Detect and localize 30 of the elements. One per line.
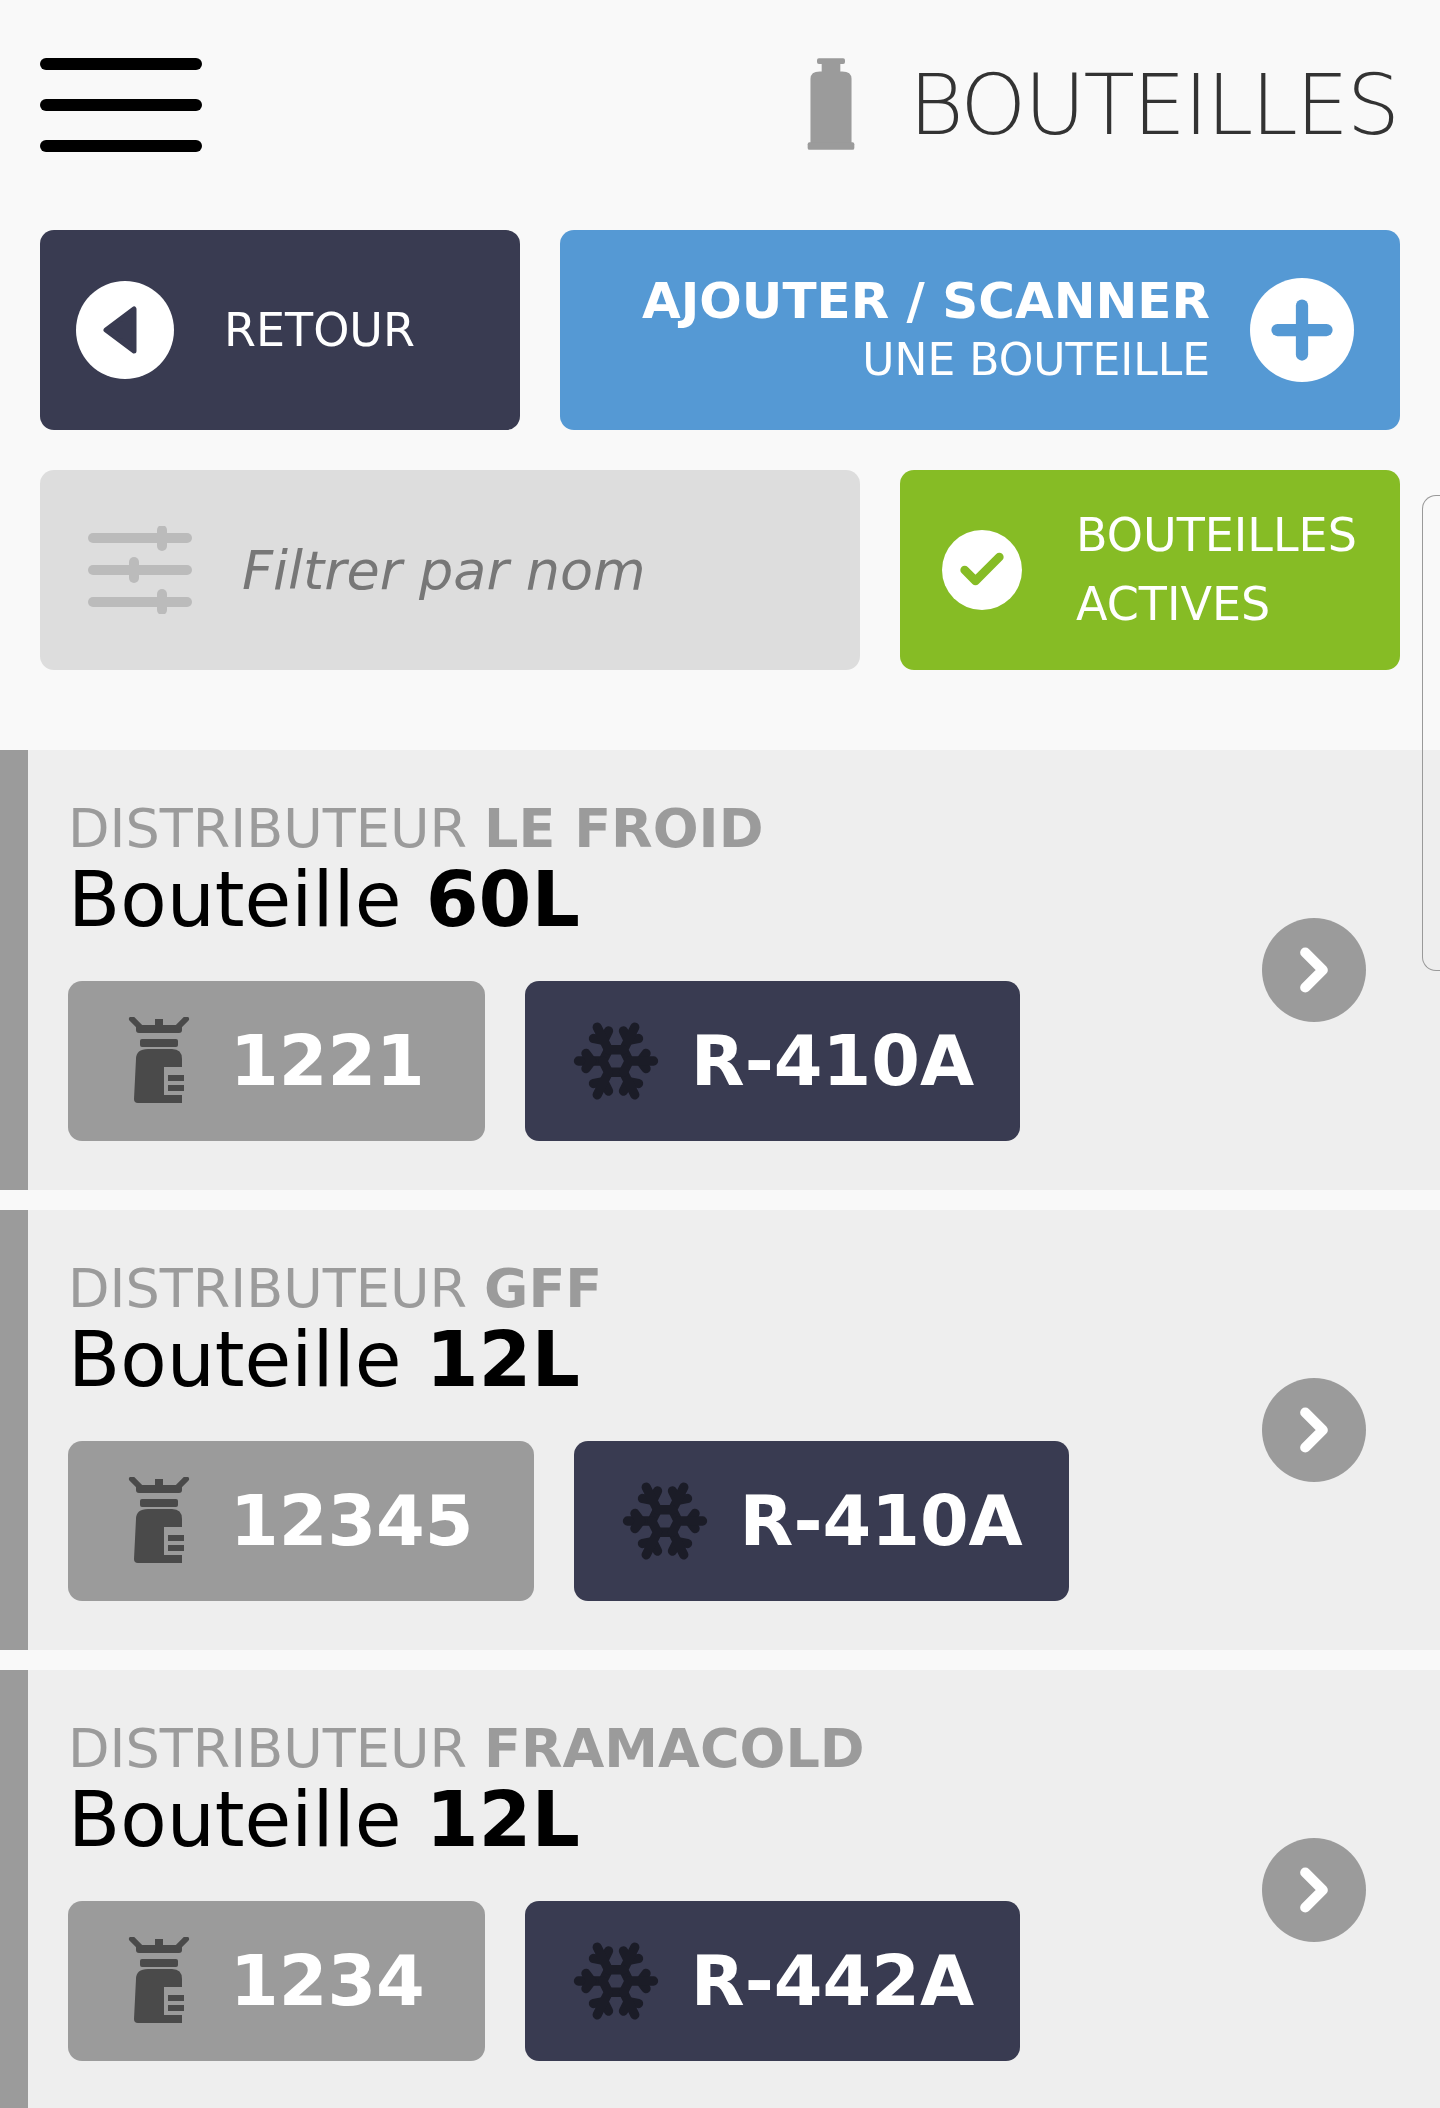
bottle-card[interactable]: DISTRIBUTEUR LE FROID Bouteille 60L 1221 R-410A [0, 750, 1440, 1190]
distributor-text: DISTRIBUTEUR LE FROID [68, 798, 765, 858]
gas-tank-icon [128, 1017, 190, 1106]
bottle-card[interactable]: DISTRIBUTEUR GFF Bouteille 12L 12345 R-410A [0, 1210, 1440, 1650]
add-sublabel: UNE BOUTEILLE [862, 333, 1210, 388]
bottle-card[interactable]: DISTRIBUTEUR FRAMACOLD Bouteille 12L 1234 R-442A [0, 1670, 1440, 2108]
distributor-text: DISTRIBUTEUR FRAMACOLD [68, 1718, 866, 1778]
bottle-title: Bouteille 12L [68, 1317, 581, 1402]
gas-type: R-442A [690, 1939, 975, 2024]
serial-number: 1221 [230, 1019, 425, 1104]
gas-type: R-410A [690, 1019, 975, 1104]
toggle-label: ACTIVES [1076, 576, 1271, 633]
edge-handle[interactable] [1422, 495, 1440, 971]
add-label: AJOUTER / SCANNER [642, 271, 1210, 332]
menu-icon[interactable] [40, 56, 202, 154]
gas-tank-icon [128, 1477, 190, 1566]
bottle-title: Bouteille 12L [68, 1777, 581, 1862]
bottle-title: Bouteille 60L [68, 857, 581, 942]
back-icon [76, 281, 174, 379]
distributor-text: DISTRIBUTEUR GFF [68, 1258, 604, 1318]
filter-input[interactable]: Filtrer par nom [242, 529, 802, 611]
serial-number: 1234 [230, 1939, 425, 2024]
gas-type: R-410A [739, 1479, 1023, 1564]
page-title: BOUTEILLES [908, 63, 1398, 147]
gas-tank-icon [128, 1937, 190, 2026]
back-button[interactable]: RETOUR [40, 230, 520, 430]
filter-field[interactable]: Filtrer par nom [40, 470, 860, 670]
toggle-label: BOUTEILLES [1076, 507, 1357, 564]
sliders-icon [88, 526, 192, 614]
serial-number: 12345 [230, 1479, 474, 1564]
